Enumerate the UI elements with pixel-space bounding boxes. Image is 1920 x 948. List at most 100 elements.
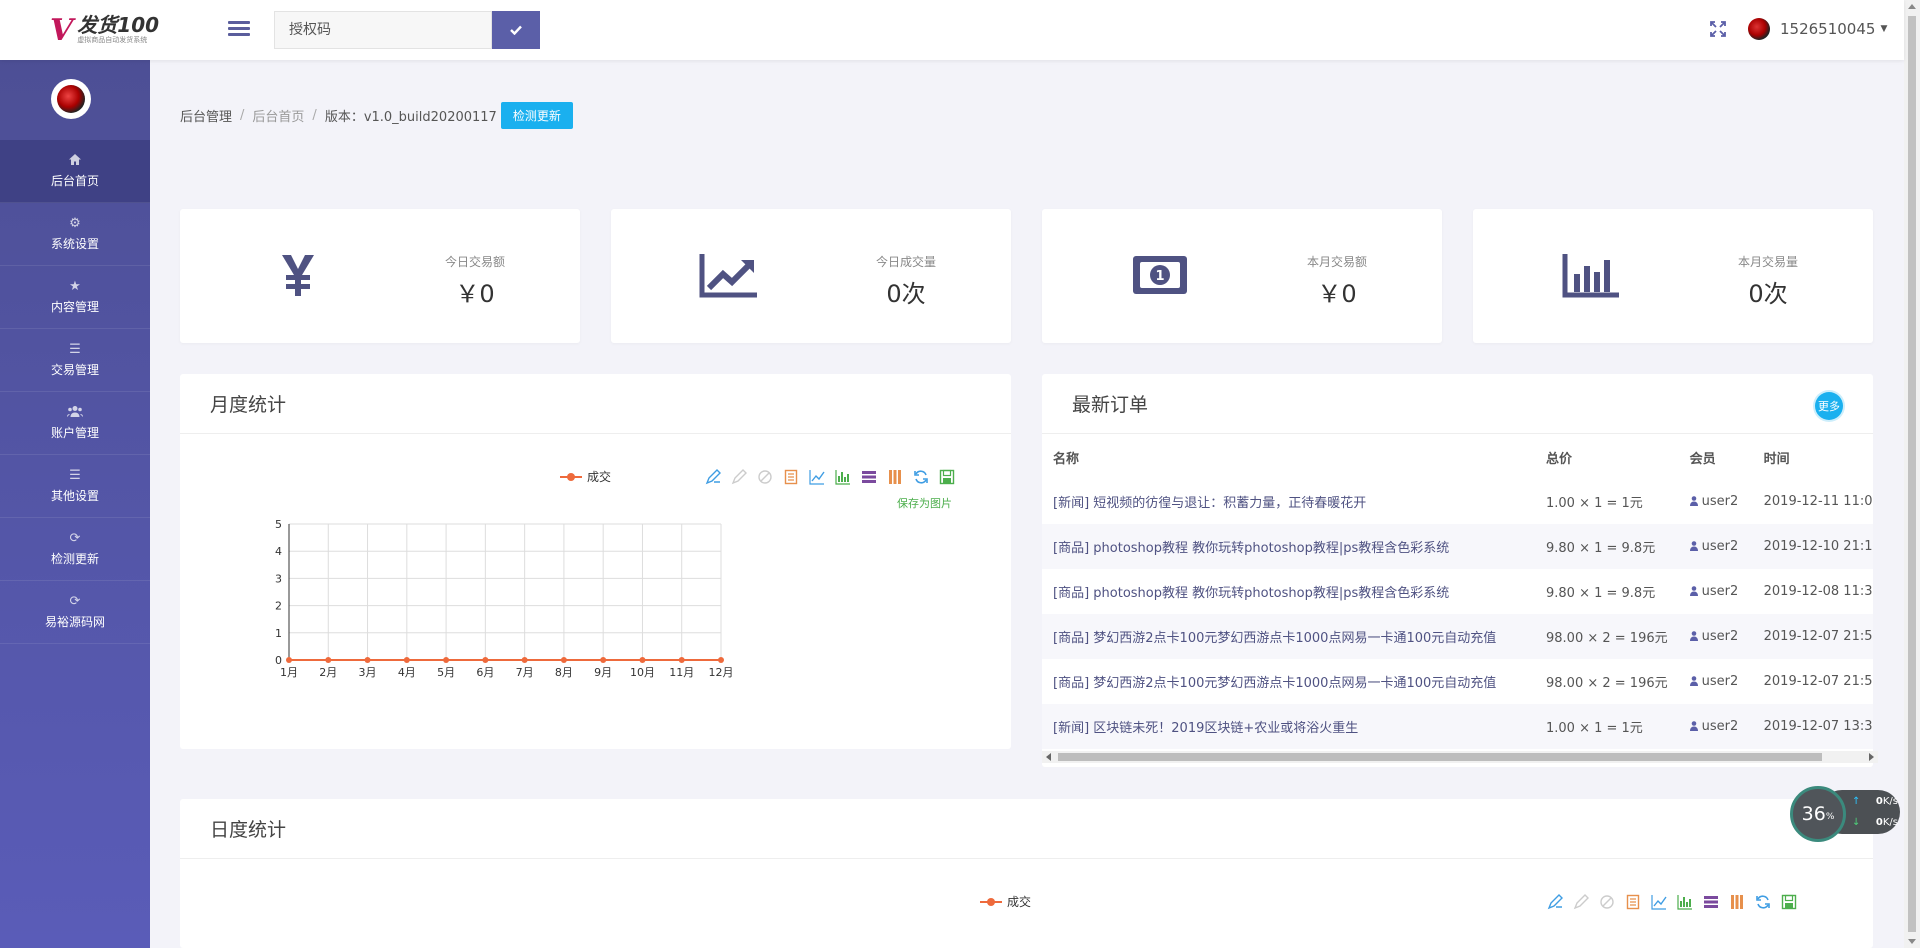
- table-row[interactable]: [新闻] 短视频的彷徨与退让：积蓄力量，正待春暖花开 1.00 × 1 = 1元…: [1042, 479, 1873, 524]
- network-speed-widget[interactable]: 36% ↑ 0K/s ↓ 0K/s: [1790, 786, 1910, 842]
- scroll-down-icon[interactable]: [1908, 939, 1916, 944]
- table-row[interactable]: [新闻] 区块链未死！2019区块链+农业或将浴火重生 1.00 × 1 = 1…: [1042, 704, 1873, 749]
- breadcrumb-current[interactable]: 后台首页: [252, 106, 304, 125]
- scrollbar-thumb[interactable]: [1058, 753, 1822, 761]
- breadcrumb-root[interactable]: 后台管理: [180, 106, 232, 125]
- data-view-icon[interactable]: [1624, 893, 1642, 911]
- data-point: [521, 657, 528, 663]
- download-value: 0: [1875, 817, 1883, 828]
- check-icon: [510, 25, 522, 35]
- order-name[interactable]: [商品] 梦幻西游2点卡100元梦幻西游点卡1000点网易一卡通100元自动充值: [1042, 659, 1535, 704]
- table-row[interactable]: [商品] photoshop教程 教你玩转photoshop教程|ps教程含色彩…: [1042, 569, 1873, 614]
- scroll-up-icon[interactable]: [1908, 4, 1916, 9]
- sidebar-item-home[interactable]: 后台首页: [0, 140, 150, 203]
- page-vertical-scrollbar[interactable]: [1904, 0, 1920, 948]
- x-tick-label: 3月: [359, 666, 377, 679]
- top-bar: V 发货100 虚拟商品自动发货系统 1526510045 ▼: [0, 0, 1904, 60]
- sidebar-item-accounts[interactable]: 账户管理: [0, 392, 150, 455]
- y-tick-label: 4: [275, 545, 282, 558]
- more-button[interactable]: 更多: [1815, 392, 1843, 420]
- orders-horizontal-scrollbar[interactable]: [1042, 751, 1878, 763]
- y-tick-label: 2: [275, 600, 282, 613]
- table-row[interactable]: [商品] 梦幻西游2点卡100元梦幻西游点卡1000点网易一卡通100元自动充值…: [1042, 614, 1873, 659]
- restore-icon[interactable]: [1754, 893, 1772, 911]
- scroll-left-icon[interactable]: [1046, 753, 1051, 761]
- order-name[interactable]: [商品] photoshop教程 教你玩转photoshop教程|ps教程含色彩…: [1042, 524, 1535, 569]
- bar-type-icon[interactable]: [1676, 893, 1694, 911]
- svg-text:1: 1: [1155, 269, 1164, 284]
- save-image-icon[interactable]: [1780, 893, 1798, 911]
- logo[interactable]: V 发货100 虚拟商品自动发货系统: [50, 12, 190, 48]
- sidebar-item-check-update[interactable]: ⟳ 检测更新: [0, 518, 150, 581]
- sidebar-item-content[interactable]: ★ 内容管理: [0, 266, 150, 329]
- sidebar-item-label: 账户管理: [50, 426, 99, 440]
- data-point: [364, 657, 371, 663]
- x-tick-label: 1月: [280, 666, 298, 679]
- chart-legend[interactable]: 成交: [980, 893, 1031, 910]
- legend-line-icon: [980, 897, 1002, 906]
- auth-code-input[interactable]: [274, 11, 492, 49]
- order-name[interactable]: [商品] 梦幻西游2点卡100元梦幻西游点卡1000点网易一卡通100元自动充值: [1042, 614, 1535, 659]
- daily-stats-panel: 日度统计 成交: [180, 799, 1873, 948]
- sidebar-avatar[interactable]: [51, 79, 91, 119]
- sidebar-item-label: 易裕源码网: [44, 615, 105, 629]
- upload-speed: ↑ 0K/s: [1852, 796, 1898, 807]
- list-icon: ☰: [69, 468, 81, 483]
- user-avatar: [1748, 18, 1770, 40]
- x-tick-label: 8月: [555, 666, 573, 679]
- mark-undo-icon[interactable]: [1572, 893, 1590, 911]
- scroll-right-icon[interactable]: [1869, 753, 1874, 761]
- table-header-row: 名称 总价 会员 时间: [1042, 435, 1873, 479]
- sidebar-item-other-settings[interactable]: ☰ 其他设置: [0, 455, 150, 518]
- table-row[interactable]: [商品] 梦幻西游2点卡100元梦幻西游点卡1000点网易一卡通100元自动充值…: [1042, 659, 1873, 704]
- line-type-icon[interactable]: [1650, 893, 1668, 911]
- version-text: 版本：v1.0_build20200117: [324, 110, 497, 125]
- stat-card-today-count: 今日成交量 0次: [611, 209, 1011, 343]
- table-row[interactable]: [商品] photoshop教程 教你玩转photoshop教程|ps教程含色彩…: [1042, 524, 1873, 569]
- check-update-button[interactable]: 检测更新: [500, 102, 573, 129]
- order-user: user2: [1678, 524, 1753, 569]
- y-tick-label: 5: [275, 518, 282, 531]
- order-price: 98.00 × 2 = 196元: [1535, 614, 1679, 659]
- x-tick-label: 5月: [437, 666, 455, 679]
- download-unit: K/s: [1882, 817, 1898, 828]
- monthly-line-chart: 0123451月 2月 3月 4月 5月 6月 7月 8月 9月 10月 11月 12月: [275, 518, 734, 679]
- sidebar-item-label: 交易管理: [50, 363, 99, 377]
- scrollbar-thumb[interactable]: [1908, 16, 1916, 932]
- yen-icon: [268, 245, 328, 305]
- tiled-type-icon[interactable]: [1728, 893, 1746, 911]
- sidebar-item-trades[interactable]: ☰ 交易管理: [0, 329, 150, 392]
- fullscreen-icon[interactable]: [1708, 19, 1728, 39]
- mark-pen-icon[interactable]: [1546, 893, 1564, 911]
- sidebar-item-label: 检测更新: [50, 552, 99, 566]
- star-icon: ★: [69, 279, 81, 294]
- cpu-usage-circle: 36%: [1790, 786, 1846, 842]
- order-name[interactable]: [新闻] 区块链未死！2019区块链+农业或将浴火重生: [1042, 704, 1535, 749]
- x-tick-label: 2月: [319, 666, 337, 679]
- gear-icon: ⚙: [69, 216, 81, 231]
- menu-toggle-icon[interactable]: [228, 18, 250, 40]
- user-menu[interactable]: 1526510045 ▼: [1748, 16, 1887, 42]
- y-tick-label: 3: [275, 572, 282, 585]
- mark-clear-icon[interactable]: [1598, 893, 1616, 911]
- money-icon: 1: [1130, 245, 1190, 305]
- order-name[interactable]: [新闻] 短视频的彷徨与退让：积蓄力量，正待春暖花开: [1042, 479, 1535, 524]
- order-user: user2: [1678, 614, 1753, 659]
- list-icon: ☰: [69, 342, 81, 357]
- sidebar-item-source-site[interactable]: ⟳ 易裕源码网: [0, 581, 150, 644]
- order-user-name: user2: [1701, 584, 1739, 599]
- stack-type-icon[interactable]: [1702, 893, 1720, 911]
- data-point: [678, 657, 685, 663]
- order-name[interactable]: [商品] photoshop教程 教你玩转photoshop教程|ps教程含色彩…: [1042, 569, 1535, 614]
- user-icon: [1689, 496, 1698, 506]
- data-point: [403, 657, 410, 663]
- column-header: 名称: [1053, 451, 1080, 467]
- refresh-icon: ⟳: [69, 531, 81, 546]
- x-tick-label: 10月: [630, 666, 655, 679]
- auth-submit-button[interactable]: [492, 11, 540, 49]
- caret-down-icon: ▼: [1880, 24, 1888, 34]
- sidebar-item-system-settings[interactable]: ⚙ 系统设置: [0, 203, 150, 266]
- usage-percent-unit: %: [1825, 812, 1835, 822]
- order-user: user2: [1679, 659, 1753, 704]
- data-point: [560, 657, 567, 663]
